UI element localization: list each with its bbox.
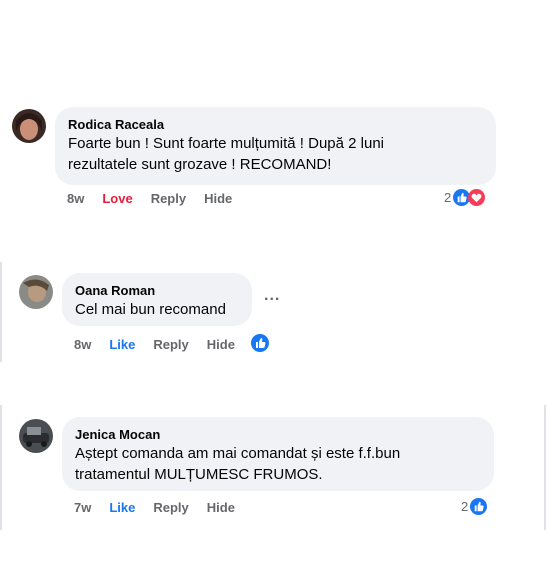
hide-button[interactable]: Hide: [207, 337, 235, 352]
comment-author[interactable]: Rodica Raceala: [68, 116, 483, 133]
like-button[interactable]: Like: [109, 337, 135, 352]
comment-text: Aștept comanda am mai comandat și este f…: [75, 445, 401, 462]
timestamp[interactable]: 8w: [67, 191, 84, 206]
comment-bubble: Jenica Mocan Aștept comanda am mai coman…: [62, 417, 494, 491]
thread-line: [0, 405, 2, 530]
love-icon: [468, 189, 486, 206]
comment-bubble: Rodica Raceala Foarte bun ! Sunt foarte …: [55, 107, 496, 185]
comment-bubble: Oana Roman Cel mai bun recomand: [62, 273, 252, 326]
reply-button[interactable]: Reply: [153, 500, 188, 515]
comment-text: rezultatele sunt grozave ! RECOMAND!: [68, 156, 332, 173]
reaction-summary[interactable]: 2: [461, 498, 488, 515]
more-options-button[interactable]: ...: [264, 287, 280, 305]
comment-author[interactable]: Jenica Mocan: [75, 426, 481, 443]
love-button[interactable]: Love: [102, 191, 132, 206]
comment-author[interactable]: Oana Roman: [75, 282, 239, 299]
avatar[interactable]: [12, 109, 46, 143]
comment-actions: 8w Love Reply Hide: [67, 191, 250, 206]
thread-line: [0, 262, 2, 362]
avatar[interactable]: [19, 419, 53, 453]
comment-text: Foarte bun ! Sunt foarte mulțumită ! Dup…: [68, 135, 385, 152]
comment-text: tratamentul MULȚUMESC FRUMOS.: [75, 466, 323, 483]
timestamp[interactable]: 7w: [74, 500, 91, 515]
thread-line: [544, 405, 546, 530]
like-icon: [470, 498, 488, 515]
reaction-summary[interactable]: 2: [444, 189, 486, 206]
reaction-summary[interactable]: [251, 334, 269, 352]
avatar[interactable]: [19, 275, 53, 309]
comment-text: Cel mai bun recomand: [75, 301, 226, 318]
comment-actions: 7w Like Reply Hide: [74, 500, 253, 515]
like-button[interactable]: Like: [109, 500, 135, 515]
reply-button[interactable]: Reply: [153, 337, 188, 352]
like-icon: [251, 334, 269, 352]
reaction-count: 2: [461, 499, 469, 514]
reaction-count: 2: [444, 190, 452, 205]
hide-button[interactable]: Hide: [207, 500, 235, 515]
comment-actions: 8w Like Reply Hide: [74, 337, 253, 352]
hide-button[interactable]: Hide: [204, 191, 232, 206]
reply-button[interactable]: Reply: [151, 191, 186, 206]
timestamp[interactable]: 8w: [74, 337, 91, 352]
